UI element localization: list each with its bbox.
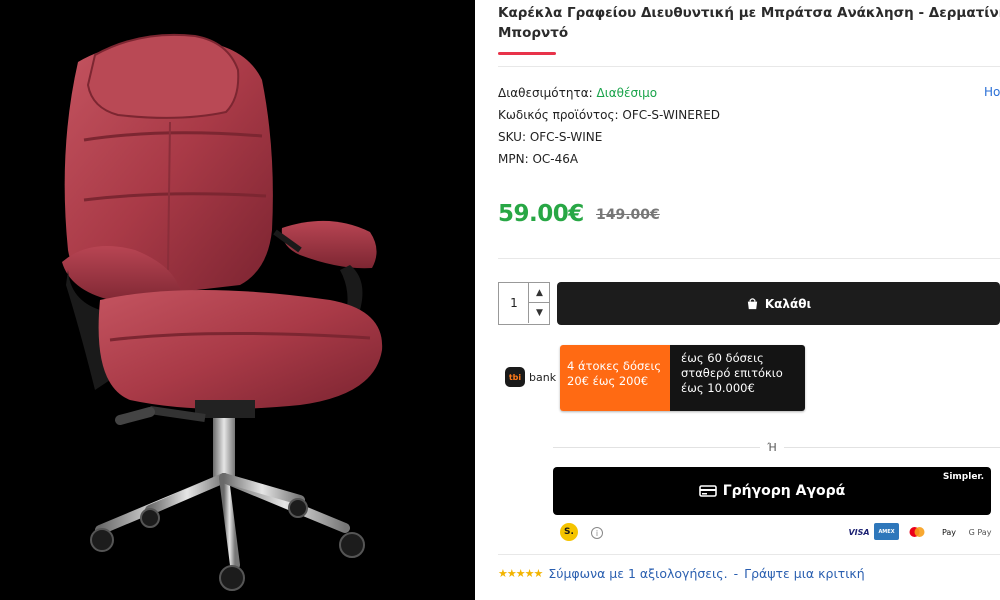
installments-left-line2: 20€ έως 200€	[567, 374, 649, 388]
bag-icon	[747, 298, 757, 310]
divider	[498, 554, 1000, 555]
mpn-row: MPN: OC-46A	[498, 151, 578, 167]
card-icon	[698, 485, 717, 497]
info-icon[interactable]: i	[591, 527, 603, 539]
current-price: 59.00€	[498, 201, 584, 227]
simpler-badge[interactable]: S.	[560, 523, 578, 541]
quantity-stepper: ▲ ▼	[498, 282, 550, 325]
sku-label: SKU:	[498, 130, 526, 144]
product-image[interactable]	[0, 0, 475, 600]
sku-row: SKU: OFC-S-WINE	[498, 129, 602, 145]
star-rating-icon: ★★★★★	[498, 567, 543, 580]
product-title-line2: Μπορντό	[498, 25, 569, 41]
installments-interest-free: 4 άτοκες δόσεις 20€ έως 200€	[560, 345, 670, 411]
add-to-cart-button[interactable]: Καλάθι	[557, 282, 1000, 325]
reviews-summary-link[interactable]: Σύμφωνα με 1 αξιολογήσεις.	[548, 566, 727, 581]
tbi-bank-logo: tbi bank	[505, 367, 556, 387]
product-code-value: OFC-S-WINERED	[622, 108, 721, 122]
product-code-label: Κωδικός προϊόντος:	[498, 108, 619, 122]
product-title: Καρέκλα Γραφείου Διευθυντική με Μπράτσα …	[498, 3, 1000, 43]
chevron-up-icon[interactable]: ▲	[528, 283, 550, 303]
amex-icon: AMEX	[874, 523, 899, 540]
old-price: 149.00€	[596, 207, 660, 223]
tbi-bank-word: bank	[529, 370, 557, 384]
side-link[interactable]: Ho	[984, 85, 1000, 99]
quick-buy-button[interactable]: Simpler. Γρήγορη Αγορά	[553, 467, 991, 515]
installments-right-line1: έως 60 δόσεις	[681, 351, 764, 365]
office-chair-image	[62, 33, 383, 591]
rating-separator: -	[733, 566, 739, 581]
availability-value: Διαθέσιμο	[596, 86, 658, 100]
mpn-label: MPN:	[498, 152, 529, 166]
tbi-mark: tbi	[505, 367, 525, 387]
installments-right-line3: έως 10.000€	[681, 381, 755, 395]
product-info: Καρέκλα Γραφείου Διευθυντική με Μπράτσα …	[498, 0, 1000, 600]
google-pay-icon: G Pay	[968, 527, 992, 537]
visa-icon: VISA	[848, 527, 870, 537]
installments-left-line1: 4 άτοκες δόσεις	[567, 359, 662, 373]
add-to-cart-label: Καλάθι	[764, 296, 812, 311]
product-title-line1: Καρέκλα Γραφείου Διευθυντική με Μπράτσα …	[498, 5, 1000, 21]
installments-banner[interactable]: 4 άτοκες δόσεις 20€ έως 200€ έως 60 δόσε…	[560, 345, 805, 411]
product-code-row: Κωδικός προϊόντος: OFC-S-WINERED	[498, 107, 720, 123]
apple-pay-icon: Pay	[941, 527, 957, 537]
mpn-value: OC-46A	[532, 152, 579, 166]
quick-buy-label: Γρήγορη Αγορά	[722, 483, 846, 499]
installments-right-line2: σταθερό επιτόκιο	[681, 366, 783, 380]
availability-label: Διαθεσιμότητα:	[498, 86, 593, 100]
rating-row: ★★★★★ Σύμφωνα με 1 αξιολογήσεις. - Γράψτ…	[498, 566, 865, 581]
installments-fixed-rate: έως 60 δόσεις σταθερό επιτόκιο έως 10.00…	[670, 345, 805, 411]
sku-value: OFC-S-WINE	[529, 130, 603, 144]
availability-row: Διαθεσιμότητα: Διαθέσιμο	[498, 85, 657, 101]
divider	[498, 66, 1000, 67]
chevron-down-icon[interactable]: ▼	[528, 303, 550, 323]
quick-buy-content: Γρήγορη Αγορά	[553, 467, 991, 515]
title-accent-bar	[498, 52, 556, 55]
mastercard-icon	[908, 524, 926, 540]
divider	[498, 258, 1000, 259]
quantity-input[interactable]	[499, 283, 529, 324]
write-review-link[interactable]: Γράψτε μια κριτική	[744, 566, 865, 581]
or-text: Ή	[760, 441, 784, 454]
